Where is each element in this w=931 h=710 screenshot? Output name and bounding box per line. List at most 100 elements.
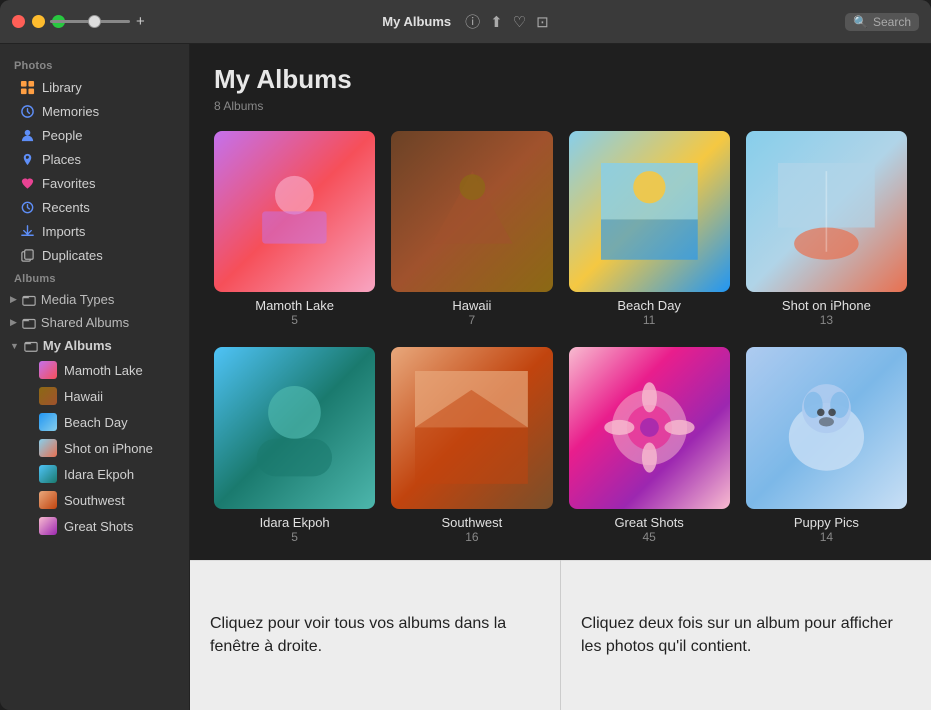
zoom-plus-icon[interactable]: +: [136, 13, 145, 30]
southwest-sub-label: Southwest: [64, 493, 125, 508]
album-card-hawaii[interactable]: Hawaii 7: [391, 131, 552, 327]
chevron-right-icon2: ▶: [10, 317, 17, 328]
sidebar-item-duplicates[interactable]: Duplicates: [5, 243, 184, 267]
search-box[interactable]: 🔍 Search: [845, 13, 919, 31]
media-types-label: Media Types: [41, 292, 114, 307]
album-count-mamoth-lake: 5: [291, 313, 298, 327]
album-thumb-southwest: [391, 347, 552, 508]
southwest-thumb: [39, 491, 57, 509]
info-icon[interactable]: ⓘ: [465, 11, 480, 32]
idara-ekpoh-thumb: [39, 465, 57, 483]
sidebar-item-favorites[interactable]: Favorites: [5, 171, 184, 195]
window-title: My Albums: [382, 14, 451, 29]
shot-on-iphone-thumb: [39, 439, 57, 457]
library-label: Library: [42, 80, 82, 95]
album-count-hawaii: 7: [469, 313, 476, 327]
album-name-puppy-pics: Puppy Pics: [794, 515, 859, 530]
album-name-southwest: Southwest: [442, 515, 503, 530]
titlebar-center: My Albums ⓘ ⬆ ♡ ⊡: [382, 11, 548, 32]
sidebar-item-people[interactable]: People: [5, 123, 184, 147]
crop-icon[interactable]: ⊡: [536, 13, 549, 31]
album-name-idara-ekpoh: Idara Ekpoh: [260, 515, 330, 530]
album-thumb-hawaii: [391, 131, 552, 292]
recents-label: Recents: [42, 200, 90, 215]
places-icon: [19, 151, 35, 167]
search-input[interactable]: Search: [873, 15, 911, 29]
idara-ekpoh-sub-label: Idara Ekpoh: [64, 467, 134, 482]
beach-day-sub-label: Beach Day: [64, 415, 128, 430]
album-thumb-puppy-pics: [746, 347, 907, 508]
library-icon: [19, 79, 35, 95]
album-count-great-shots: 45: [642, 530, 655, 544]
album-thumb-mamoth-lake: [214, 131, 375, 292]
chevron-down-icon: ▼: [10, 341, 19, 351]
albums-count: 8 Albums: [214, 99, 907, 113]
chevron-right-icon: ▶: [10, 294, 17, 305]
memories-label: Memories: [42, 104, 99, 119]
imports-label: Imports: [42, 224, 85, 239]
album-card-puppy-pics[interactable]: Puppy Pics 14: [746, 347, 907, 543]
share-icon[interactable]: ⬆: [490, 13, 503, 31]
people-label: People: [42, 128, 82, 143]
sidebar-item-memories[interactable]: Memories: [5, 99, 184, 123]
album-count-puppy-pics: 14: [820, 530, 833, 544]
sidebar-subitem-idara-ekpoh[interactable]: Idara Ekpoh: [5, 461, 184, 487]
album-card-great-shots[interactable]: Great Shots 45: [569, 347, 730, 543]
sidebar-subitem-hawaii[interactable]: Hawaii: [5, 383, 184, 409]
titlebar: + My Albums ⓘ ⬆ ♡ ⊡ 🔍 Search: [0, 0, 931, 44]
album-thumb-beach-day: [569, 131, 730, 292]
titlebar-action-icons: ⓘ ⬆ ♡ ⊡: [465, 11, 549, 32]
folder-icon: [22, 293, 36, 307]
sidebar-group-media-types[interactable]: ▶ Media Types: [0, 288, 189, 311]
album-count-shot-on-iphone: 13: [820, 313, 833, 327]
album-thumb-shot-on-iphone: [746, 131, 907, 292]
zoom-slider-track[interactable]: [50, 20, 130, 23]
great-shots-sub-label: Great Shots: [64, 519, 133, 534]
album-name-shot-on-iphone: Shot on iPhone: [782, 298, 871, 313]
my-albums-sidebar-label: My Albums: [43, 338, 112, 353]
close-button[interactable]: [12, 15, 25, 28]
album-count-southwest: 16: [465, 530, 478, 544]
album-card-mamoth-lake[interactable]: Mamoth Lake 5: [214, 131, 375, 327]
zoom-slider-thumb[interactable]: [88, 15, 101, 28]
memories-icon: [19, 103, 35, 119]
album-thumb-idara-ekpoh: [214, 347, 375, 508]
sidebar-group-shared-albums[interactable]: ▶ Shared Albums: [0, 311, 189, 334]
sidebar-item-recents[interactable]: Recents: [5, 195, 184, 219]
album-name-mamoth-lake: Mamoth Lake: [255, 298, 334, 313]
favorites-icon: [19, 175, 35, 191]
album-name-beach-day: Beach Day: [617, 298, 681, 313]
page-title: My Albums: [214, 64, 907, 95]
great-shots-thumb: [39, 517, 57, 535]
photos-section-header: Photos: [0, 54, 189, 75]
album-card-idara-ekpoh[interactable]: Idara Ekpoh 5: [214, 347, 375, 543]
album-count-idara-ekpoh: 5: [291, 530, 298, 544]
album-name-great-shots: Great Shots: [614, 515, 683, 530]
sidebar-subitem-shot-on-iphone[interactable]: Shot on iPhone: [5, 435, 184, 461]
shared-folder-icon: [22, 316, 36, 330]
sidebar-subitem-beach-day[interactable]: Beach Day: [5, 409, 184, 435]
mamoth-lake-thumb: [39, 361, 57, 379]
album-card-beach-day[interactable]: Beach Day 11: [569, 131, 730, 327]
sidebar-item-library[interactable]: Library: [5, 75, 184, 99]
search-icon: 🔍: [853, 15, 868, 29]
sidebar: Photos Library Memories: [0, 44, 190, 710]
sidebar-subitem-southwest[interactable]: Southwest: [5, 487, 184, 513]
sidebar-item-imports[interactable]: Imports: [5, 219, 184, 243]
content-area: My Albums 8 Albums M: [190, 44, 931, 710]
sidebar-group-my-albums[interactable]: ▼ My Albums: [0, 334, 189, 357]
heart-icon[interactable]: ♡: [513, 13, 526, 31]
album-card-southwest[interactable]: Southwest 16: [391, 347, 552, 543]
sidebar-subitem-mamoth-lake[interactable]: Mamoth Lake: [5, 357, 184, 383]
favorites-label: Favorites: [42, 176, 95, 191]
zoom-slider-area: +: [50, 13, 145, 30]
albums-grid: Mamoth Lake 5 Hawaii: [214, 131, 907, 544]
sidebar-subitem-great-shots[interactable]: Great Shots: [5, 513, 184, 539]
shared-albums-label: Shared Albums: [41, 315, 129, 330]
minimize-button[interactable]: [32, 15, 45, 28]
duplicates-icon: [19, 247, 35, 263]
sidebar-item-places[interactable]: Places: [5, 147, 184, 171]
hawaii-thumb: [39, 387, 57, 405]
album-card-shot-on-iphone[interactable]: Shot on iPhone 13: [746, 131, 907, 327]
imports-icon: [19, 223, 35, 239]
